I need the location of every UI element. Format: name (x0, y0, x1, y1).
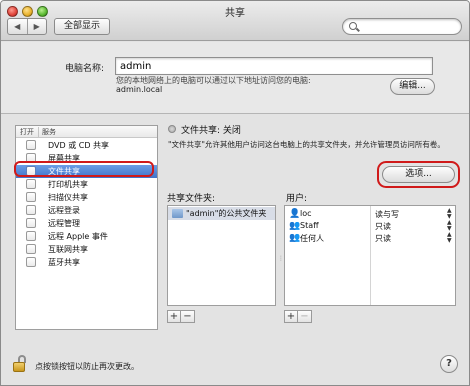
local-address: admin.local (116, 85, 163, 94)
service-label: 蓝牙共享 (48, 258, 80, 267)
add-user-button[interactable]: + (284, 310, 298, 323)
computer-name-label: 电脑名称: (65, 64, 105, 74)
service-checkbox[interactable] (26, 231, 36, 241)
file-sharing-description: "文件共享"允许其他用户访问这台电脑上的共享文件夹，并允许管理员访问所有卷。 (168, 140, 445, 149)
service-checkbox[interactable] (26, 218, 36, 228)
search-field[interactable] (342, 18, 462, 35)
computer-name-section: 电脑名称: 您的本地网络上的电脑可以通过以下地址访问您的电脑: admin.lo… (1, 42, 469, 114)
service-checkbox[interactable] (26, 140, 36, 150)
back-forward-control: ◀ ▶ (7, 18, 47, 35)
list-item[interactable]: "admin"的公共文件夹 (168, 207, 275, 220)
footer: 点按锁按钮以防止再次更改。 ? (1, 345, 469, 385)
remove-folder-button[interactable]: − (181, 310, 195, 323)
everyone-icon: 👥 (289, 233, 301, 243)
service-checkbox[interactable] (26, 257, 36, 267)
lock-icon[interactable] (13, 355, 27, 373)
permission-popup[interactable]: 只读 (375, 221, 391, 232)
permission-popup[interactable]: 只读 (375, 233, 391, 244)
table-row[interactable]: 👤 loc 读与写 ▲ ▼ (285, 208, 455, 220)
group-icon: 👥 (289, 221, 301, 231)
search-input[interactable] (361, 20, 459, 33)
status-indicator-icon (168, 125, 176, 133)
help-button[interactable]: ? (440, 355, 458, 373)
services-list-header: 打开 服务 (16, 126, 157, 138)
services-list: 打开 服务 DVD 或 CD 共享 屏幕共享 文件共享 打印机共享 扫描仪共享 远程登录远… (15, 125, 158, 330)
users-label: 用户: (286, 194, 308, 204)
service-checkbox[interactable] (26, 244, 36, 254)
shared-folders-label: 共享文件夹: (167, 194, 216, 204)
service-item[interactable]: 远程 Apple 事件 (16, 230, 157, 243)
service-item[interactable]: 远程管理 (16, 217, 157, 230)
lock-hint-text: 点按锁按钮以防止再次更改。 (35, 362, 139, 371)
shared-folder-icon (172, 209, 183, 218)
service-label: 扫描仪共享 (48, 193, 88, 202)
column-header-service: 服务 (38, 127, 56, 137)
remove-user-button[interactable]: − (298, 310, 312, 323)
service-label: 互联网共享 (48, 245, 88, 254)
add-folder-button[interactable]: + (167, 310, 181, 323)
users-list: 👤 loc 读与写 ▲ ▼ 👥 Staff 只读 ▲ ▼ 👥 任何人 只读 ▲ ▼ (284, 205, 456, 306)
table-row[interactable]: 👥 任何人 只读 ▲ ▼ (285, 232, 455, 244)
user-name: loc (300, 209, 312, 218)
folder-add-remove: + − (167, 310, 195, 323)
back-button[interactable]: ◀ (8, 19, 27, 34)
forward-button[interactable]: ▶ (26, 19, 47, 34)
service-label: 远程 Apple 事件 (48, 232, 108, 241)
table-row[interactable]: 👥 Staff 只读 ▲ ▼ (285, 220, 455, 232)
service-item[interactable]: 打印机共享 (16, 178, 157, 191)
single-user-icon: 👤 (289, 209, 301, 219)
window-title: 共享 (225, 8, 245, 19)
user-name: 任何人 (300, 234, 324, 243)
service-checkbox[interactable] (26, 192, 36, 202)
highlight-annotation-file-sharing (14, 161, 154, 177)
system-preferences-window: 共享 ◀ ▶ 全部显示 电脑名称: 您的本地网络上的电脑可以通过以下地址访问您的… (0, 0, 470, 386)
forward-arrow-icon: ▶ (33, 22, 40, 31)
search-icon (349, 22, 357, 30)
back-arrow-icon: ◀ (14, 22, 21, 31)
service-item[interactable]: 远程登录 (16, 204, 157, 217)
show-all-button[interactable]: 全部显示 (54, 18, 110, 35)
shared-folders-list: "admin"的公共文件夹 (167, 205, 276, 306)
service-item[interactable]: 蓝牙共享 (16, 256, 157, 269)
computer-name-input[interactable] (115, 57, 433, 75)
file-sharing-status: 文件共享: 关闭 (181, 126, 241, 136)
sharing-main-area: 打开 服务 DVD 或 CD 共享 屏幕共享 文件共享 打印机共享 扫描仪共享 远程登录远… (1, 115, 469, 385)
up-down-arrows-icon: ▲ ▼ (447, 231, 452, 244)
toolbar: 共享 ◀ ▶ 全部显示 (1, 1, 469, 41)
service-item[interactable]: DVD 或 CD 共享 (16, 139, 157, 152)
user-add-remove: + − (284, 310, 312, 323)
user-name: Staff (300, 221, 319, 230)
highlight-annotation-options (377, 161, 460, 188)
service-checkbox[interactable] (26, 179, 36, 189)
shared-folder-label: "admin"的公共文件夹 (186, 209, 267, 218)
permission-popup[interactable]: 读与写 (375, 209, 399, 220)
service-item[interactable]: 互联网共享 (16, 243, 157, 256)
edit-button[interactable]: 编辑... (390, 78, 435, 95)
service-label: 远程登录 (48, 206, 80, 215)
service-label: DVD 或 CD 共享 (48, 141, 110, 150)
service-item[interactable]: 扫描仪共享 (16, 191, 157, 204)
service-checkbox[interactable] (26, 205, 36, 215)
service-label: 打印机共享 (48, 180, 88, 189)
column-header-on: 打开 (20, 128, 34, 136)
service-label: 远程管理 (48, 219, 80, 228)
